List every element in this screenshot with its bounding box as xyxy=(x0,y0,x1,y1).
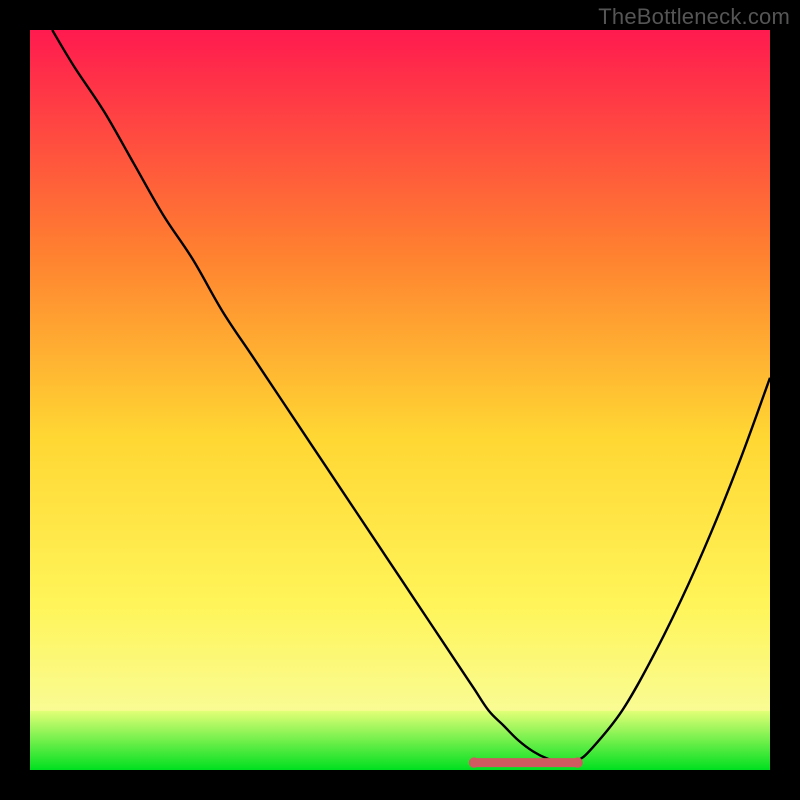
watermark-text: TheBottleneck.com xyxy=(598,4,790,30)
optimal-band xyxy=(30,711,770,770)
chart-frame: TheBottleneck.com xyxy=(0,0,800,800)
plot-area xyxy=(30,30,770,770)
gradient-background xyxy=(30,30,770,770)
optimal-range-endpoint-left xyxy=(469,757,479,767)
optimal-range-endpoint-right xyxy=(572,757,582,767)
bottleneck-chart xyxy=(30,30,770,770)
